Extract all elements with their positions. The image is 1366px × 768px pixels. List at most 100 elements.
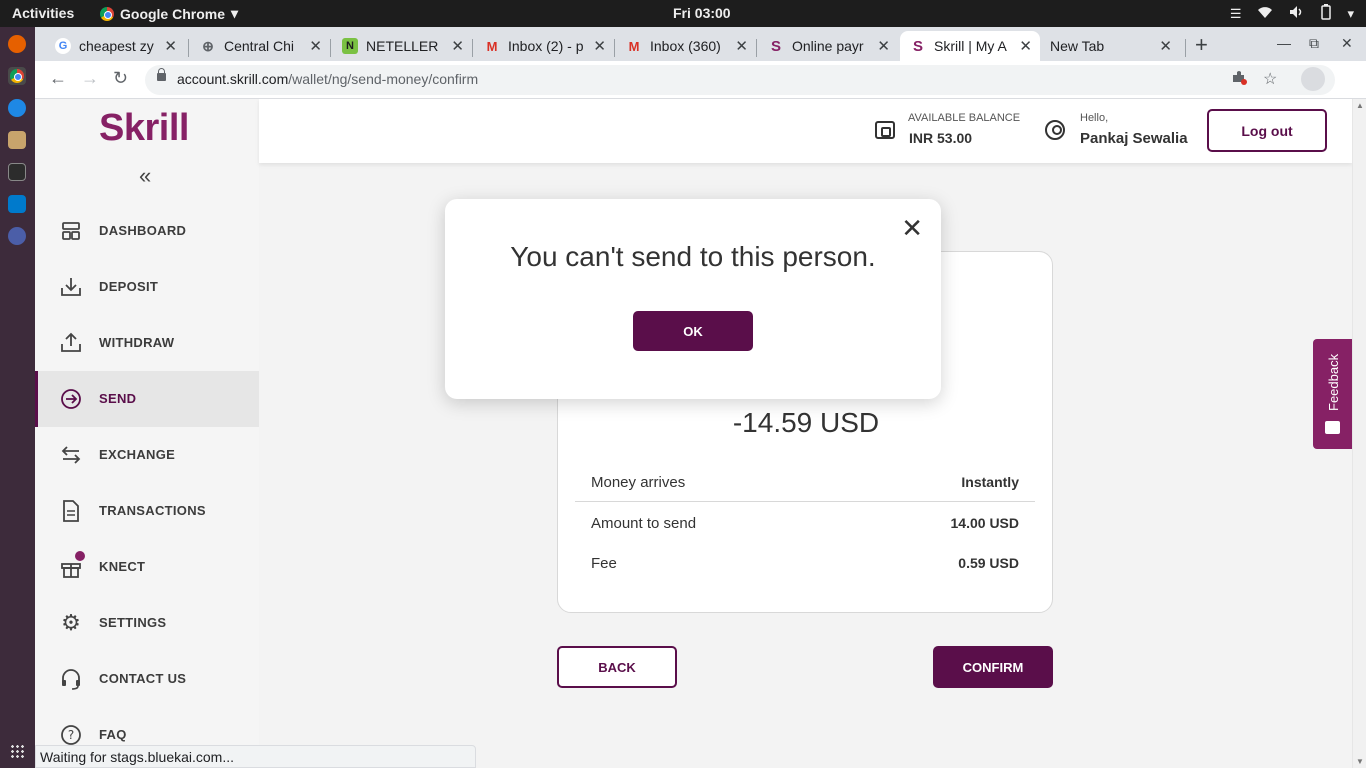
close-icon[interactable]: ✕ <box>1159 37 1172 55</box>
extension-blocked-icon[interactable] <box>1231 69 1247 90</box>
vscode-icon[interactable] <box>8 195 26 213</box>
svg-text:?: ? <box>68 728 74 742</box>
sidebar-item-contact-us[interactable]: CONTACT US <box>35 651 259 707</box>
back-arrow-icon[interactable]: ← <box>49 68 67 89</box>
maximize-icon[interactable]: ⧉ <box>1309 35 1319 52</box>
minimize-icon[interactable]: — <box>1277 35 1291 51</box>
wifi-icon[interactable] <box>1257 5 1273 22</box>
sidebar-item-send[interactable]: SEND <box>35 371 259 427</box>
confirm-button[interactable]: CONFIRM <box>933 646 1053 688</box>
sidebar-item-knect[interactable]: KNECT <box>35 539 259 595</box>
chevron-down-icon: ▾ <box>231 5 239 21</box>
thunderbird-icon[interactable] <box>8 99 26 117</box>
tab-0[interactable]: G cheapest zy ✕ <box>45 31 185 61</box>
close-icon[interactable]: ✕ <box>877 37 890 55</box>
sidebar-item-dashboard[interactable]: DASHBOARD <box>35 203 259 259</box>
battery-icon[interactable] <box>1321 4 1332 23</box>
dialog-message: You can't send to this person. <box>510 241 876 272</box>
close-icon[interactable]: ✕ <box>901 213 923 244</box>
account-header: AVAILABLE BALANCE INR 53.00 Hello, Panka… <box>259 99 1352 163</box>
sidebar-item-exchange[interactable]: EXCHANGE <box>35 427 259 483</box>
sidebar-item-label: WITHDRAW <box>99 335 175 350</box>
user-name: Pankaj Sewalia <box>1080 130 1188 147</box>
notification-dot <box>75 551 85 561</box>
lock-icon[interactable] <box>157 68 166 81</box>
row-label: Fee <box>591 555 617 572</box>
dashboard-icon <box>59 219 83 243</box>
sidebar-item-deposit[interactable]: DEPOSIT <box>35 259 259 315</box>
tab-title: Inbox (2) - p <box>508 38 584 54</box>
window-close-icon[interactable]: ✕ <box>1341 35 1353 52</box>
tab-divider <box>188 39 189 57</box>
profile-avatar-icon[interactable] <box>1301 67 1325 91</box>
volume-icon[interactable] <box>1289 5 1305 22</box>
exchange-icon <box>59 443 83 467</box>
sidebar-item-withdraw[interactable]: WITHDRAW <box>35 315 259 371</box>
close-icon[interactable]: ✕ <box>309 37 322 55</box>
feedback-tab[interactable]: Feedback <box>1313 339 1352 449</box>
tab-5[interactable]: S Online payr ✕ <box>758 31 898 61</box>
forward-arrow-icon[interactable]: → <box>81 68 99 89</box>
sidebar-item-transactions[interactable]: TRANSACTIONS <box>35 483 259 539</box>
system-clock[interactable]: Fri 03:00 <box>673 5 731 21</box>
new-tab-button[interactable]: + <box>1195 32 1208 58</box>
row-value: 0.59 USD <box>958 555 1019 571</box>
toolbar: ← → ↻ account.skrill.com/wallet/ng/send-… <box>35 61 1366 99</box>
sidebar-item-label: EXCHANGE <box>99 447 176 462</box>
scroll-down-icon[interactable]: ▼ <box>1356 757 1364 766</box>
activities-button[interactable]: Activities <box>12 5 74 21</box>
collapse-sidebar-icon[interactable]: « <box>139 163 151 189</box>
firefox-icon[interactable] <box>8 35 26 53</box>
feedback-label: Feedback <box>1326 353 1341 411</box>
close-icon[interactable]: ✕ <box>164 37 177 55</box>
tab-2[interactable]: N NETELLER ✕ <box>332 31 472 61</box>
close-icon[interactable]: ✕ <box>593 37 606 55</box>
summary-row: Fee 0.59 USD <box>575 543 1035 583</box>
gmail-icon: M <box>628 38 640 54</box>
row-value: Instantly <box>961 474 1019 490</box>
tab-6-active[interactable]: S Skrill | My A ✕ <box>900 31 1040 61</box>
files-icon[interactable] <box>8 131 26 149</box>
tab-divider <box>472 39 473 57</box>
scroll-up-icon[interactable]: ▲ <box>1356 101 1364 110</box>
system-tray[interactable]: ☰ ▾ <box>1230 4 1354 23</box>
app-name: Google Chrome <box>120 5 226 22</box>
wallet-icon <box>875 121 895 139</box>
bookmark-star-icon[interactable]: ☆ <box>1263 69 1277 89</box>
chrome-dock-icon[interactable] <box>8 67 26 85</box>
show-apps-icon[interactable] <box>10 744 24 758</box>
gmail-icon: M <box>486 38 498 54</box>
row-value: 14.00 USD <box>950 515 1019 531</box>
tab-title: NETELLER <box>366 38 439 54</box>
address-bar[interactable]: account.skrill.com/wallet/ng/send-money/… <box>145 65 1335 95</box>
tab-1[interactable]: ⊕ Central Chi ✕ <box>190 31 330 61</box>
menu-icon[interactable]: ☰ <box>1230 6 1242 22</box>
terminal-icon[interactable] <box>8 163 26 181</box>
tab-7[interactable]: New Tab ✕ <box>1040 31 1180 61</box>
sidebar-item-settings[interactable]: ⚙ SETTINGS <box>35 595 259 651</box>
url-text: account.skrill.com/wallet/ng/send-money/… <box>177 71 478 87</box>
tab-3[interactable]: M Inbox (2) - p ✕ <box>474 31 614 61</box>
question-icon: ? <box>59 723 83 747</box>
app-icon[interactable] <box>8 227 26 245</box>
app-menu[interactable]: Google Chrome ▾ <box>100 5 238 22</box>
close-icon[interactable]: ✕ <box>451 37 464 55</box>
tab-4[interactable]: M Inbox (360) ✕ <box>616 31 756 61</box>
skrill-logo[interactable]: Skrill <box>99 107 189 150</box>
close-icon[interactable]: ✕ <box>1019 37 1032 55</box>
reload-icon[interactable]: ↻ <box>113 68 128 89</box>
greeting-label: Hello, <box>1080 112 1109 124</box>
tab-title: Central Chi <box>224 38 295 54</box>
close-icon[interactable]: ✕ <box>735 37 748 55</box>
logout-button[interactable]: Log out <box>1207 109 1327 152</box>
loading-status-bar: Waiting for stags.bluekai.com... <box>35 745 476 768</box>
tab-divider <box>756 39 757 57</box>
back-button[interactable]: BACK <box>557 646 677 688</box>
ok-button[interactable]: OK <box>633 311 753 351</box>
sidebar-item-label: TRANSACTIONS <box>99 503 206 518</box>
power-menu-icon[interactable]: ▾ <box>1347 6 1354 22</box>
tab-title: Online payr <box>792 38 864 54</box>
page-scrollbar[interactable]: ▲ ▼ <box>1352 99 1366 768</box>
tab-divider <box>1185 39 1186 57</box>
gear-icon: ⚙ <box>61 610 81 635</box>
